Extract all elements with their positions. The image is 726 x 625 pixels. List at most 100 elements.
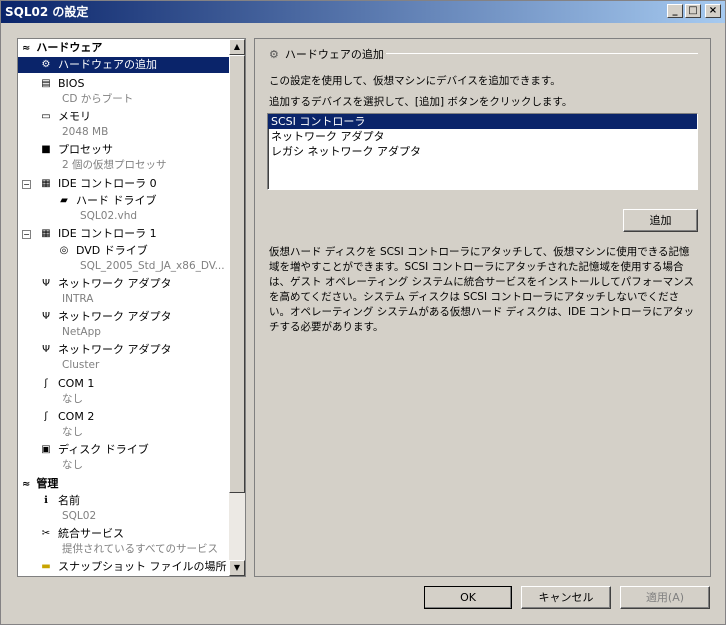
tree-item-name[interactable]: ℹ 名前 SQL02 (18, 494, 230, 524)
settings-window: SQL02 の設定 _ □ × ≈ ハードウェア ⚙ ハードウェアの追加 ▤ BI… (0, 0, 726, 625)
hardware-section-header[interactable]: ≈ ハードウェア (18, 40, 230, 55)
device-list-item[interactable]: SCSI コントローラ (268, 114, 697, 129)
tree-item-label: プロセッサ (58, 143, 113, 156)
tree-item-label: ネットワーク アダプタ (58, 343, 172, 356)
tree-item-network-adapter[interactable]: Ψ ネットワーク アダプタ INTRA (18, 277, 230, 307)
processor-icon: ■ (41, 144, 51, 155)
collapse-chevron-icon: ≈ (22, 43, 31, 54)
tree-item-label: 名前 (58, 494, 80, 507)
tree-item-hard-drive[interactable]: ▰ ハード ドライブ SQL02.vhd (18, 194, 230, 224)
management-section-label: 管理 (36, 477, 59, 490)
ok-button[interactable]: OK (424, 586, 512, 609)
tree-item-sub: CD からブート (62, 93, 134, 105)
tree-item-disk-drive[interactable]: ▣ ディスク ドライブ なし (18, 443, 230, 473)
scroll-thumb[interactable] (229, 55, 245, 493)
settings-tree-panel: ≈ ハードウェア ⚙ ハードウェアの追加 ▤ BIOS CD からブート ▭ メモ… (17, 38, 246, 577)
tree-item-sub: なし (62, 393, 83, 405)
tree-item-label: スナップショット ファイルの場所 (58, 560, 227, 573)
details-panel: ⚙ ハードウェアの追加 この設定を使用して、仮想マシンにデバイスを追加できます。 … (254, 38, 711, 577)
tree-item-label: 統合サービス (58, 527, 124, 540)
hard-drive-icon: ▰ (60, 195, 68, 206)
expander-minus-icon[interactable]: − (22, 180, 31, 189)
tree-item-label: ネットワーク アダプタ (58, 310, 172, 323)
management-section-header[interactable]: ≈ 管理 (18, 476, 230, 491)
network-adapter-icon: Ψ (42, 278, 50, 289)
tree-item-sub: なし (62, 426, 83, 438)
tree-item-sub: Cluster (62, 359, 100, 371)
add-button[interactable]: 追加 (623, 209, 698, 232)
instruction-line-2: 追加するデバイスを選択して、[追加] ボタンをクリックします。 (269, 96, 573, 108)
tree-item-sub: NetApp (62, 326, 101, 338)
tree-item-com1[interactable]: ʃ COM 1 なし (18, 377, 230, 407)
tree-item-snapshot-location[interactable]: ▬ スナップショット ファイルの場所 (18, 560, 230, 576)
tree-item-bios[interactable]: ▤ BIOS CD からブート (18, 77, 230, 107)
tree-item-sub: 2048 MB (62, 126, 109, 138)
expander-minus-icon[interactable]: − (22, 230, 31, 239)
device-list-item[interactable]: ネットワーク アダプタ (268, 129, 697, 144)
tree-item-add-hardware[interactable]: ⚙ ハードウェアの追加 (18, 57, 230, 73)
cancel-button[interactable]: キャンセル (521, 586, 611, 609)
bios-icon: ▤ (41, 78, 51, 89)
panel-description: 仮想ハード ディスクを SCSI コントローラにアタッチして、仮想マシンに使用で… (269, 246, 695, 333)
tree-item-memory[interactable]: ▭ メモリ 2048 MB (18, 110, 230, 140)
collapse-chevron-icon: ≈ (22, 479, 31, 490)
controller-icon: ▦ (41, 178, 51, 189)
tree-item-sub: なし (62, 459, 83, 471)
tree-scrollbar[interactable]: ▲ ▼ (229, 39, 245, 576)
tree-item-dvd-drive[interactable]: ◎ DVD ドライブ SQL_2005_Std_JA_x86_DV... (18, 244, 230, 274)
tree-item-integration-services[interactable]: ✂ 統合サービス 提供されているすべてのサービス (18, 527, 230, 557)
add-hardware-icon: ⚙ (269, 48, 279, 61)
add-hardware-icon: ⚙ (41, 59, 51, 70)
tree-item-ide-controller-0[interactable]: − ▦ IDE コントローラ 0 (18, 177, 230, 193)
tree-item-label: BIOS (58, 77, 85, 90)
tree-item-processor[interactable]: ■ プロセッサ 2 個の仮想プロセッサ (18, 143, 230, 173)
tree-item-label: IDE コントローラ 0 (58, 177, 157, 190)
tree-item-label: ハード ドライブ (76, 194, 157, 207)
dvd-icon: ◎ (59, 245, 69, 256)
serial-port-icon: ʃ (44, 378, 48, 389)
network-adapter-icon: Ψ (42, 344, 50, 355)
tree-item-label: ディスク ドライブ (58, 443, 149, 456)
heading-divider (386, 53, 698, 54)
tree-item-network-adapter[interactable]: Ψ ネットワーク アダプタ Cluster (18, 343, 230, 373)
instruction-line-1: この設定を使用して、仮想マシンにデバイスを追加できます。 (269, 75, 561, 87)
scroll-up-button[interactable]: ▲ (229, 39, 245, 55)
apply-button[interactable]: 適用(A) (620, 586, 710, 609)
tree-item-label: DVD ドライブ (76, 244, 148, 257)
tree-item-sub: INTRA (62, 293, 94, 305)
floppy-icon: ▣ (41, 444, 51, 455)
device-list[interactable]: SCSI コントローラ ネットワーク アダプタ レガシ ネットワーク アダプタ (267, 113, 698, 190)
tree-item-ide-controller-1[interactable]: − ▦ IDE コントローラ 1 (18, 227, 230, 243)
tree-item-label: COM 2 (58, 410, 95, 423)
name-info-icon: ℹ (44, 495, 48, 506)
tree-item-label: ハードウェアの追加 (58, 58, 157, 71)
scroll-down-button[interactable]: ▼ (229, 560, 245, 576)
panel-heading: ⚙ ハードウェアの追加 (269, 46, 384, 62)
serial-port-icon: ʃ (44, 411, 48, 422)
window-title: SQL02 の設定 (5, 5, 89, 19)
tree-item-network-adapter[interactable]: Ψ ネットワーク アダプタ NetApp (18, 310, 230, 340)
tree-item-sub: SQL02 (62, 510, 97, 522)
tree-item-sub: SQL_2005_Std_JA_x86_DV... (80, 260, 225, 272)
controller-icon: ▦ (41, 228, 51, 239)
close-button[interactable]: × (705, 4, 721, 18)
tree-item-label: ネットワーク アダプタ (58, 277, 172, 290)
title-bar: SQL02 の設定 _ □ × (1, 1, 725, 23)
tree-item-label: メモリ (58, 110, 91, 123)
memory-icon: ▭ (41, 111, 51, 122)
tree-item-com2[interactable]: ʃ COM 2 なし (18, 410, 230, 440)
tree-item-label: COM 1 (58, 377, 95, 390)
tree-item-sub: 提供されているすべてのサービス (62, 543, 219, 555)
minimize-button[interactable]: _ (667, 4, 683, 18)
tree-item-sub: 2 個の仮想プロセッサ (62, 159, 167, 171)
tree-item-sub: SQL02.vhd (80, 210, 138, 222)
maximize-button[interactable]: □ (685, 4, 701, 18)
integration-services-icon: ✂ (41, 528, 51, 539)
device-list-item[interactable]: レガシ ネットワーク アダプタ (268, 144, 697, 159)
settings-tree: ≈ ハードウェア ⚙ ハードウェアの追加 ▤ BIOS CD からブート ▭ メモ… (18, 39, 230, 576)
panel-heading-text: ハードウェアの追加 (284, 48, 384, 61)
hardware-section-label: ハードウェア (36, 41, 103, 54)
tree-item-label: IDE コントローラ 1 (58, 227, 157, 240)
folder-icon: ▬ (41, 561, 51, 572)
network-adapter-icon: Ψ (42, 311, 50, 322)
